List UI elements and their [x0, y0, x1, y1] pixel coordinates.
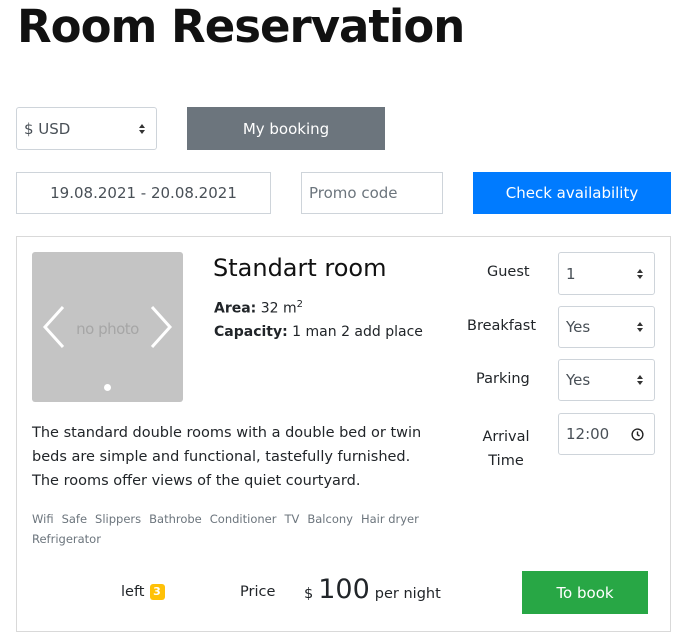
guest-label: Guest [487, 264, 530, 280]
guest-select[interactable]: 1 [558, 252, 655, 295]
parking-select[interactable]: Yes [558, 359, 655, 401]
guest-select-value: 1 [566, 264, 576, 283]
price-currency: $ [304, 586, 314, 602]
date-range-field[interactable]: 19.08.2021 - 20.08.2021 [16, 172, 271, 214]
room-area: Area: 32 m2 [214, 299, 303, 317]
area-superscript: 2 [296, 299, 304, 310]
date-range-value: 19.08.2021 - 20.08.2021 [50, 184, 237, 202]
breakfast-select-value: Yes [566, 318, 591, 336]
area-value: 32 m [260, 300, 297, 317]
rooms-left-label: left [121, 584, 145, 600]
amenity-item: Balcony [307, 512, 353, 526]
select-caret-icon [637, 375, 643, 385]
capacity-value: 1 man 2 add place [292, 324, 423, 340]
price-unit: per night [374, 586, 441, 602]
parking-select-value: Yes [566, 371, 591, 389]
arrival-time-label: Arrival Time [480, 425, 532, 473]
arrival-label-line2: Time [488, 453, 524, 469]
arrival-time-input[interactable]: 12:00 [558, 413, 655, 455]
page-title: Room Reservation [17, 0, 465, 53]
book-button[interactable]: To book [522, 571, 648, 614]
amenity-item: Slippers [95, 512, 142, 526]
price-value: $ 100 per night [304, 574, 441, 605]
rooms-left-badge: 3 [149, 584, 165, 600]
amenity-item: Hair dryer [360, 512, 419, 526]
room-capacity: Capacity: 1 man 2 add place [214, 324, 423, 340]
my-booking-button[interactable]: My booking [187, 107, 385, 150]
price-label: Price [240, 584, 276, 600]
select-caret-icon [637, 268, 643, 279]
amenity-item: Bathrobe [149, 512, 202, 526]
currency-select[interactable]: $ USD [16, 107, 157, 150]
arrival-time-value: 12:00 [566, 425, 610, 443]
amenity-item: Wifi [32, 512, 54, 526]
amenity-item: TV [284, 512, 300, 526]
amenities-list: Wifi Safe Slippers Bathrobe Conditioner TV Bal… [32, 509, 432, 549]
rooms-left: left 3 [121, 584, 165, 600]
arrival-label-line1: Arrival [482, 429, 530, 445]
area-label: Area: [214, 300, 257, 317]
select-caret-icon [139, 123, 145, 134]
breakfast-label: Breakfast [467, 318, 537, 334]
select-caret-icon [637, 322, 643, 332]
price-amount: 100 [318, 574, 370, 605]
amenity-item: Conditioner [209, 512, 277, 526]
promo-code-placeholder: Promo code [309, 184, 398, 202]
capacity-label: Capacity: [214, 324, 288, 340]
promo-code-input[interactable]: Promo code [301, 172, 443, 214]
room-photo-carousel: no photo [32, 252, 183, 402]
room-description: The standard double rooms with a double … [32, 425, 422, 489]
breakfast-select[interactable]: Yes [558, 306, 655, 348]
currency-select-value: $ USD [24, 119, 71, 138]
clock-icon[interactable] [631, 428, 644, 441]
amenity-item: Safe [61, 512, 88, 526]
parking-label: Parking [476, 371, 530, 387]
room-name: Standart room [213, 254, 387, 282]
amenity-item: Refrigerator [32, 532, 101, 546]
chevron-right-icon[interactable] [148, 304, 174, 350]
carousel-indicator[interactable] [104, 384, 111, 391]
check-availability-button[interactable]: Check availability [473, 172, 671, 214]
